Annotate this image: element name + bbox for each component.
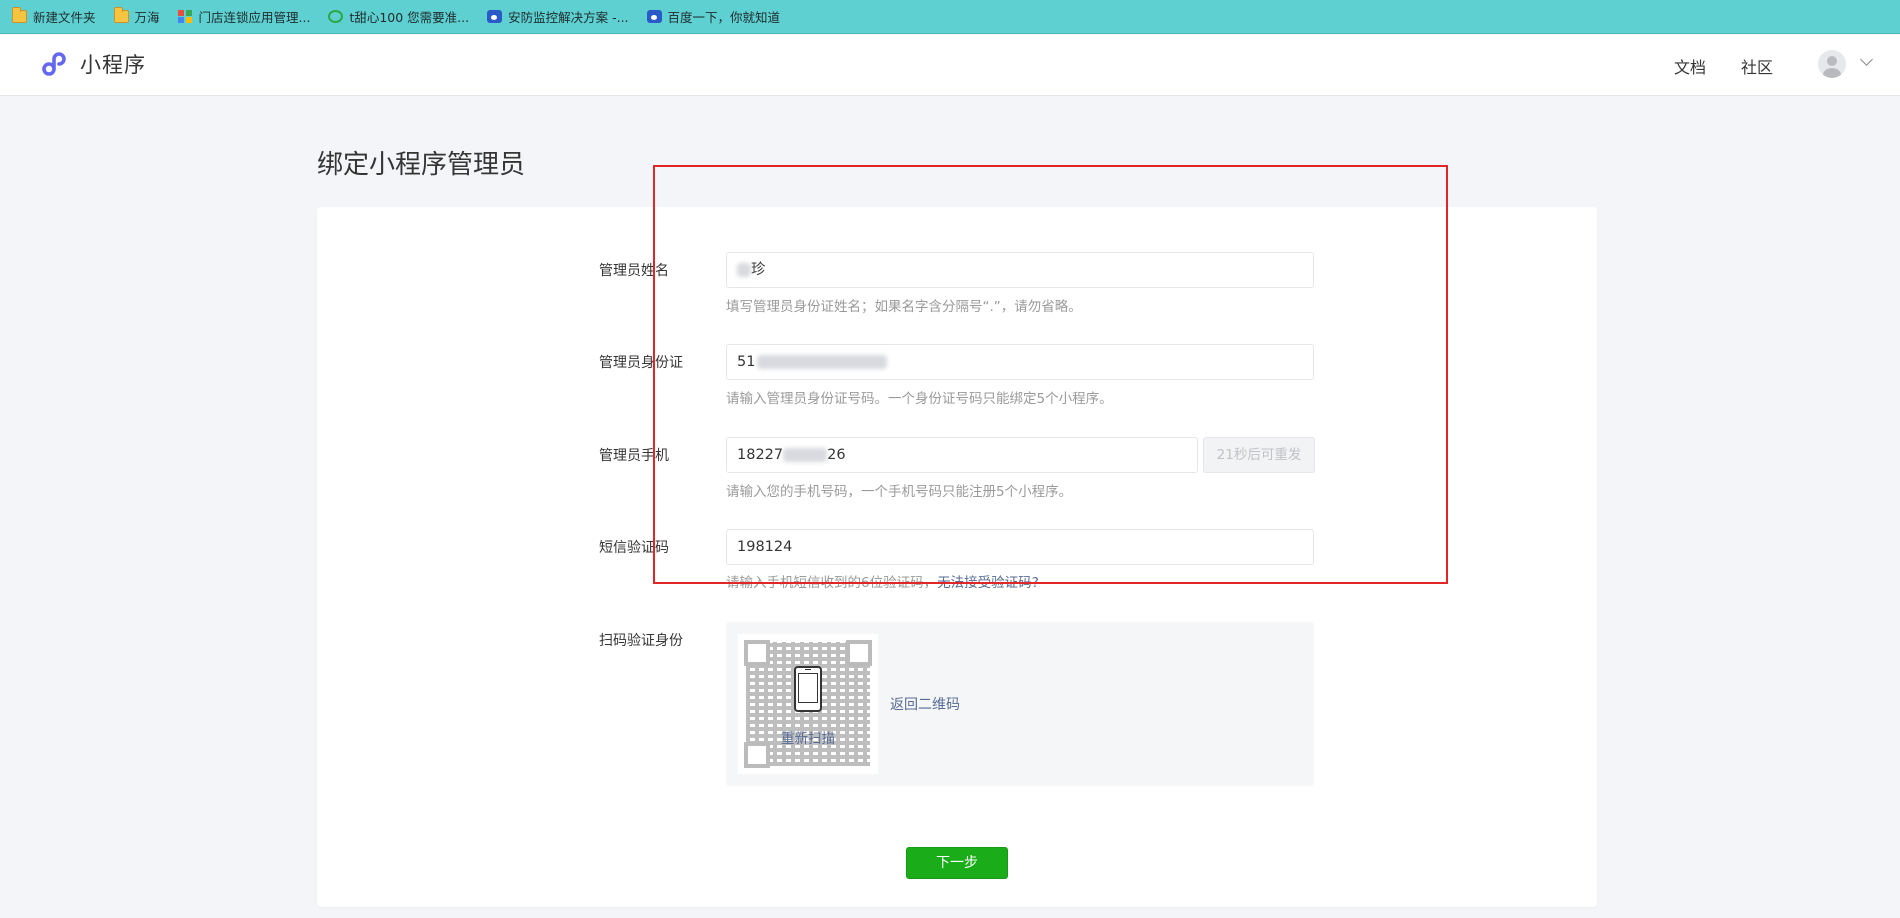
paw-icon: [487, 10, 503, 23]
miniprogram-logo-icon: [42, 52, 66, 76]
logo[interactable]: 小程序: [40, 48, 146, 80]
scan-area: 重新扫描 返回二维码: [726, 622, 1314, 786]
phone-hint: 请输入您的手机号码，一个手机号码只能注册5个小程序。: [726, 484, 1073, 500]
phone-label: 管理员手机: [599, 448, 669, 464]
bookmark-item[interactable]: 万海: [113, 7, 160, 26]
page-title: 绑定小程序管理员: [317, 150, 526, 180]
bookmark-item[interactable]: 百度一下，你就知道: [646, 7, 780, 26]
qr-code: 重新扫描: [738, 634, 878, 774]
sms-code-hint: 请输入手机短信收到的6位验证码，无法接受验证码?: [726, 575, 1039, 591]
bookmark-item[interactable]: 安防监控解决方案 -...: [487, 7, 629, 26]
paw-icon: [646, 10, 662, 23]
avatar[interactable]: [1818, 50, 1846, 78]
sms-code-label: 短信验证码: [599, 540, 669, 556]
top-nav: 小程序 文档 社区: [0, 35, 1900, 96]
name-label: 管理员姓名: [599, 263, 669, 279]
leaf-icon: [328, 10, 344, 23]
bookmark-item[interactable]: t甜心100 您需要准...: [328, 7, 469, 26]
resend-code-button[interactable]: 21秒后可重发: [1203, 437, 1315, 473]
back-to-qr-link[interactable]: 返回二维码: [890, 694, 960, 714]
name-hint: 填写管理员身份证姓名；如果名字含分隔号“.”，请勿省略。: [726, 299, 1082, 315]
id-card-input[interactable]: 51: [726, 344, 1314, 380]
bookmark-item[interactable]: 新建文件夹: [12, 7, 96, 26]
cannot-receive-code-link[interactable]: 无法接受验证码?: [937, 575, 1039, 591]
nav-community-link[interactable]: 社区: [1741, 54, 1773, 78]
chevron-down-icon[interactable]: [1860, 53, 1873, 66]
scan-verify-label: 扫码验证身份: [599, 633, 683, 649]
nav-docs-link[interactable]: 文档: [1674, 54, 1706, 78]
rescan-link[interactable]: 重新扫描: [738, 727, 878, 747]
qr-finder: [846, 640, 872, 666]
sms-code-input[interactable]: 198124: [726, 529, 1314, 565]
logo-text: 小程序: [80, 53, 146, 77]
bookmarks-bar: 新建文件夹 万海 门店连锁应用管理... t甜心100 您需要准... 安防监控…: [0, 0, 1900, 34]
redacted-block: [757, 355, 888, 369]
id-card-label: 管理员身份证: [599, 355, 683, 371]
qr-finder: [744, 640, 770, 666]
grid-icon: [177, 10, 193, 23]
phone-icon: [794, 666, 822, 712]
redacted-block: [783, 448, 828, 462]
phone-input[interactable]: 18227 26: [726, 437, 1198, 473]
folder-icon: [12, 7, 27, 23]
name-input[interactable]: 珍: [726, 252, 1314, 288]
id-card-hint: 请输入管理员身份证号码。一个身份证号码只能绑定5个小程序。: [726, 391, 1113, 407]
next-step-button[interactable]: 下一步: [906, 847, 1008, 879]
bookmark-item[interactable]: 门店连锁应用管理...: [177, 7, 310, 26]
folder-icon: [113, 7, 129, 23]
redacted-block: [737, 263, 751, 277]
